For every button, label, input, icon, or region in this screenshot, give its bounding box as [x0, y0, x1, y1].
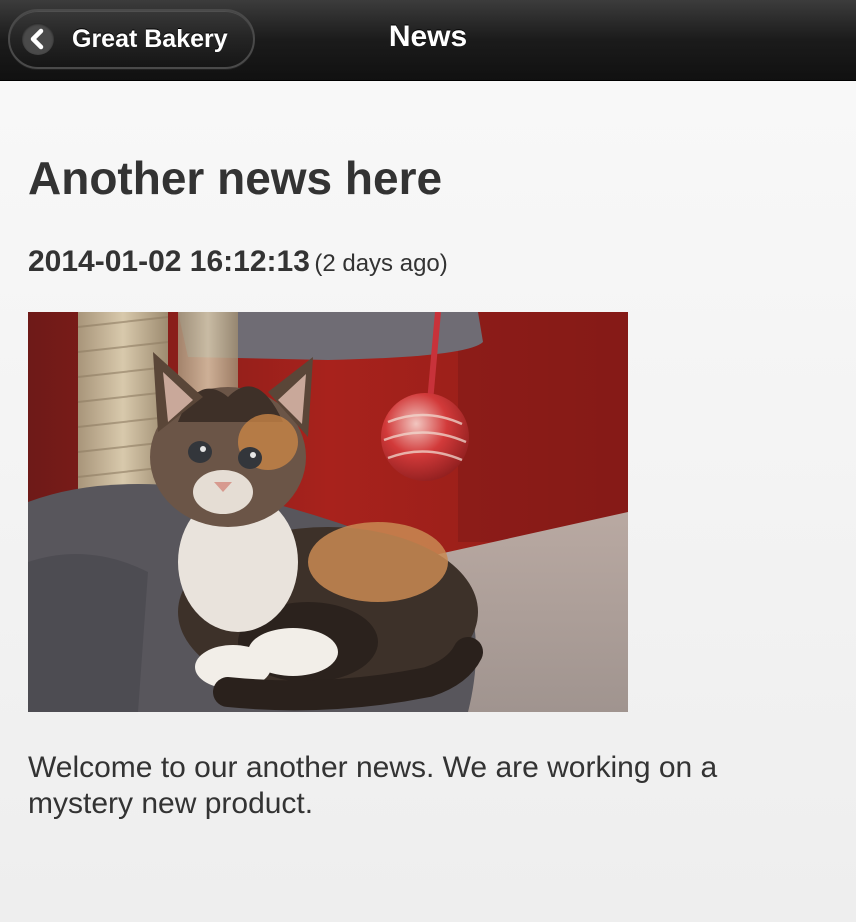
news-relative-time: (2 days ago) — [314, 250, 448, 277]
news-image — [28, 312, 628, 712]
news-date: 2014-01-02 16:12:13 — [28, 245, 310, 278]
header-bar: Great Bakery News — [0, 0, 856, 81]
back-button-label: Great Bakery — [72, 25, 228, 53]
news-meta: 2014-01-02 16:12:13 (2 days ago) — [28, 242, 448, 287]
news-body: Welcome to our another news. We are work… — [28, 751, 718, 820]
news-title: Another news here — [28, 152, 443, 204]
chevron-left-icon — [22, 23, 54, 55]
page-title: News — [388, 20, 468, 53]
kitten-photo — [28, 312, 628, 712]
back-button[interactable]: Great Bakery — [8, 9, 255, 69]
